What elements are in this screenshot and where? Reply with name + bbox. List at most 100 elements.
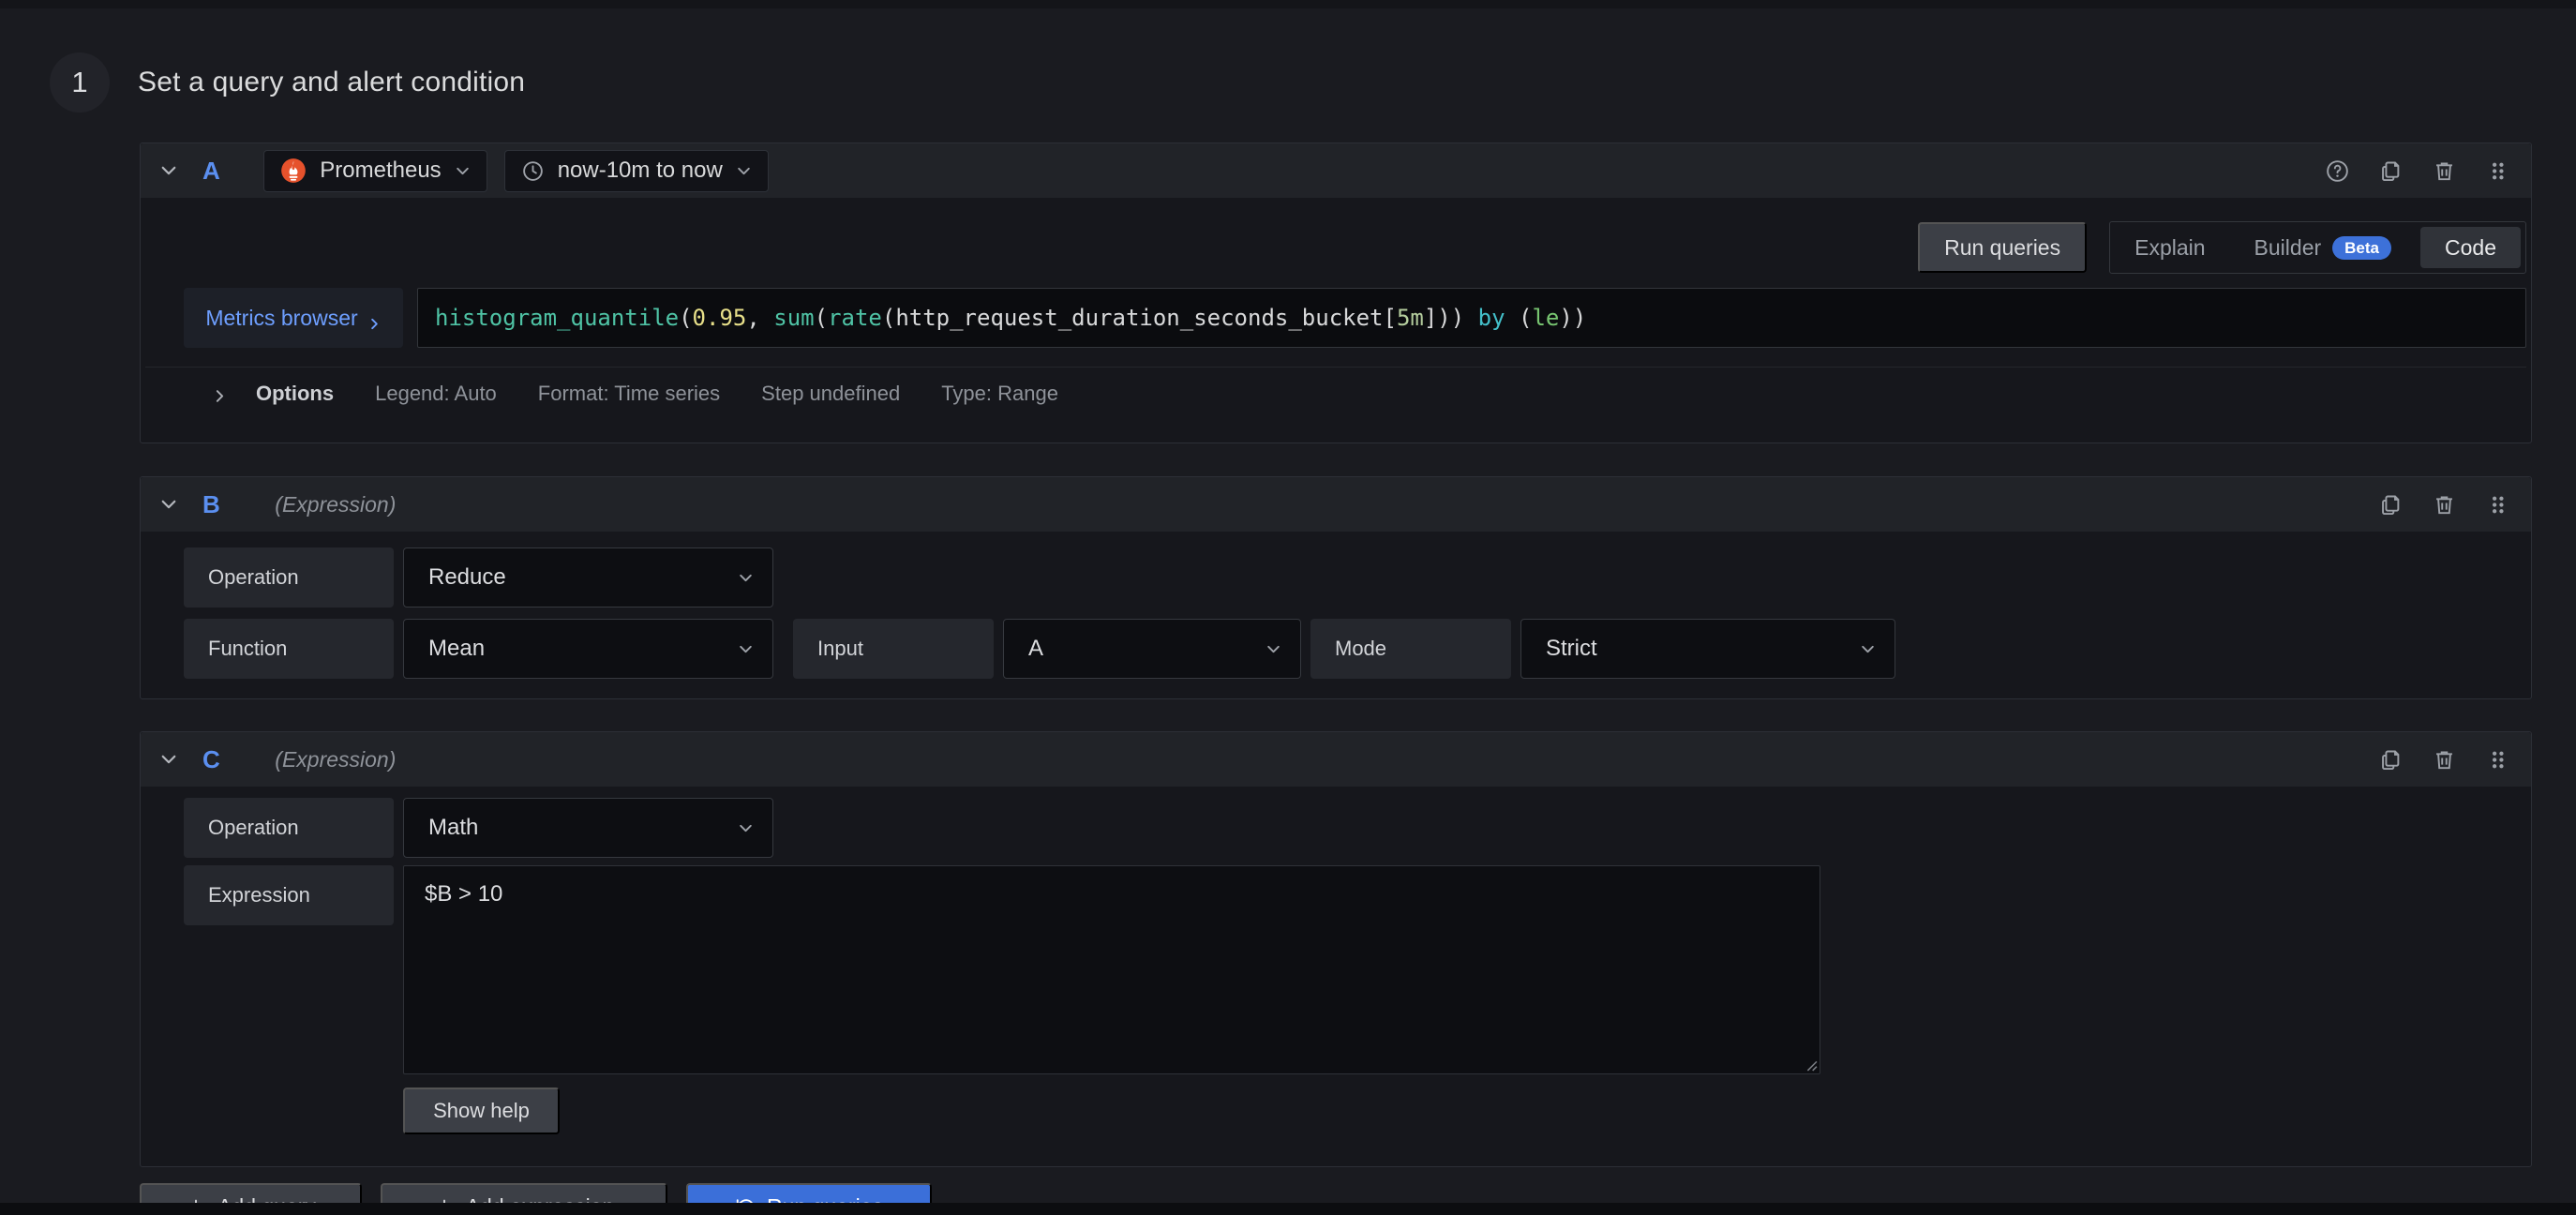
datasource-name: Prometheus bbox=[320, 158, 441, 184]
prometheus-logo-icon bbox=[280, 158, 307, 184]
operation-value: Math bbox=[428, 815, 478, 841]
query-token: ( bbox=[1505, 305, 1533, 331]
query-token: ] bbox=[1424, 305, 1437, 331]
query-token: histogram_quantile bbox=[435, 305, 679, 331]
step-header: 1 Set a query and alert condition bbox=[50, 52, 525, 112]
expression-refid: C bbox=[202, 745, 220, 774]
editor-mode-toggle: Explain Builder Beta Code bbox=[2109, 221, 2526, 274]
chevron-down-icon bbox=[1266, 641, 1281, 657]
expression-section-c: C (Expression) Operation Math Expression bbox=[140, 731, 2532, 1167]
top-edge-band bbox=[0, 0, 2576, 8]
delete-icon[interactable] bbox=[2432, 747, 2457, 772]
help-icon[interactable] bbox=[2325, 158, 2350, 184]
function-select[interactable]: Mean bbox=[403, 619, 773, 679]
operation-select[interactable]: Reduce bbox=[403, 548, 773, 608]
math-expression-input[interactable]: $B > 10 bbox=[403, 865, 1820, 1074]
collapse-chevron-icon[interactable] bbox=[159, 750, 178, 769]
chevron-right-icon bbox=[367, 311, 382, 325]
query-token: [ bbox=[1383, 305, 1396, 331]
query-a-options-row: Options Legend: Auto Format: Time series… bbox=[145, 367, 2526, 419]
expression-label: Expression bbox=[184, 865, 394, 925]
tab-explain[interactable]: Explain bbox=[2110, 222, 2229, 273]
query-refid: A bbox=[202, 157, 220, 186]
chevron-down-icon bbox=[738, 641, 754, 657]
query-token: by bbox=[1478, 305, 1505, 331]
expression-b-actions bbox=[2378, 492, 2510, 518]
chevron-down-icon bbox=[1860, 641, 1876, 657]
function-label: Function bbox=[184, 619, 394, 679]
expression-b-header: B (Expression) bbox=[141, 477, 2531, 532]
drag-handle-icon[interactable] bbox=[2485, 747, 2510, 772]
page-title: Set a query and alert condition bbox=[138, 67, 525, 98]
tab-code[interactable]: Code bbox=[2420, 227, 2521, 268]
math-expression-wrap: $B > 10 bbox=[403, 865, 1820, 1074]
option-legend: Legend: Auto bbox=[375, 382, 497, 406]
function-row: Function Mean Input A Mode Strict bbox=[184, 619, 2531, 679]
operation-row: Operation Math bbox=[184, 798, 2531, 858]
drag-handle-icon[interactable] bbox=[2485, 158, 2510, 184]
duplicate-icon[interactable] bbox=[2378, 747, 2404, 772]
show-help-button[interactable]: Show help bbox=[403, 1088, 560, 1134]
duplicate-icon[interactable] bbox=[2378, 492, 2404, 518]
mode-select[interactable]: Strict bbox=[1520, 619, 1895, 679]
input-select[interactable]: A bbox=[1003, 619, 1301, 679]
collapse-chevron-icon[interactable] bbox=[159, 161, 178, 180]
query-token: rate bbox=[828, 305, 882, 331]
query-token bbox=[1464, 305, 1477, 331]
drag-handle-icon[interactable] bbox=[2485, 492, 2510, 518]
operation-label: Operation bbox=[184, 548, 394, 608]
query-a-toolbar: Run queries Explain Builder Beta Code bbox=[141, 221, 2531, 274]
expression-row: Expression $B > 10 bbox=[184, 865, 2531, 1074]
query-token: le bbox=[1532, 305, 1559, 331]
option-type: Type: Range bbox=[941, 382, 1058, 406]
run-queries-button[interactable]: Run queries bbox=[1918, 222, 2087, 273]
expression-c-actions bbox=[2378, 747, 2510, 772]
time-range-picker[interactable]: now-10m to now bbox=[504, 150, 769, 192]
mode-label: Mode bbox=[1310, 619, 1511, 679]
query-token: )) bbox=[1437, 305, 1464, 331]
clock-icon bbox=[521, 159, 545, 183]
expression-refid: B bbox=[202, 490, 220, 519]
query-token: ( bbox=[882, 305, 895, 331]
chevron-down-icon bbox=[455, 163, 471, 179]
operation-select[interactable]: Math bbox=[403, 798, 773, 858]
promql-query-editor[interactable]: histogram_quantile(0.95, sum(rate(http_r… bbox=[417, 288, 2526, 348]
tab-builder[interactable]: Builder Beta bbox=[2230, 222, 2416, 273]
query-a-actions bbox=[2325, 158, 2510, 184]
resize-grip-icon[interactable] bbox=[1802, 1056, 1818, 1072]
query-token: )) bbox=[1559, 305, 1586, 331]
options-toggle[interactable]: Options bbox=[256, 382, 334, 406]
operation-row: Operation Reduce bbox=[184, 548, 2531, 608]
operation-value: Reduce bbox=[428, 564, 506, 591]
duplicate-icon[interactable] bbox=[2378, 158, 2404, 184]
option-format: Format: Time series bbox=[538, 382, 720, 406]
metrics-browser-button[interactable]: Metrics browser bbox=[184, 288, 403, 348]
query-token: 5m bbox=[1397, 305, 1424, 331]
beta-badge: Beta bbox=[2332, 236, 2391, 260]
expression-kind-label: (Expression) bbox=[275, 492, 396, 518]
options-expand-chevron-icon[interactable] bbox=[212, 385, 228, 401]
mode-value: Strict bbox=[1546, 636, 1597, 662]
time-range-value: now-10m to now bbox=[558, 158, 723, 184]
query-token: ( bbox=[679, 305, 692, 331]
tab-builder-label: Builder bbox=[2254, 235, 2322, 261]
metrics-browser-label: Metrics browser bbox=[205, 306, 357, 331]
step-number-badge: 1 bbox=[50, 52, 110, 112]
query-section-a: A Prometheus now-10m to now bbox=[140, 142, 2532, 443]
delete-icon[interactable] bbox=[2432, 158, 2457, 184]
query-token: http_request_duration_seconds_bucket bbox=[895, 305, 1383, 331]
delete-icon[interactable] bbox=[2432, 492, 2457, 518]
chevron-down-icon bbox=[736, 163, 752, 179]
datasource-picker[interactable]: Prometheus bbox=[263, 150, 487, 192]
input-value: A bbox=[1028, 636, 1043, 662]
expression-c-header: C (Expression) bbox=[141, 732, 2531, 787]
query-a-editor-row: Metrics browser histogram_quantile(0.95,… bbox=[184, 288, 2526, 348]
chevron-down-icon bbox=[738, 820, 754, 836]
function-value: Mean bbox=[428, 636, 485, 662]
bottom-edge-band bbox=[0, 1203, 2576, 1215]
operation-label: Operation bbox=[184, 798, 394, 858]
query-token: 0.95 bbox=[693, 305, 747, 331]
input-label: Input bbox=[793, 619, 994, 679]
collapse-chevron-icon[interactable] bbox=[159, 495, 178, 514]
expression-section-b: B (Expression) Operation Reduce Function bbox=[140, 476, 2532, 699]
